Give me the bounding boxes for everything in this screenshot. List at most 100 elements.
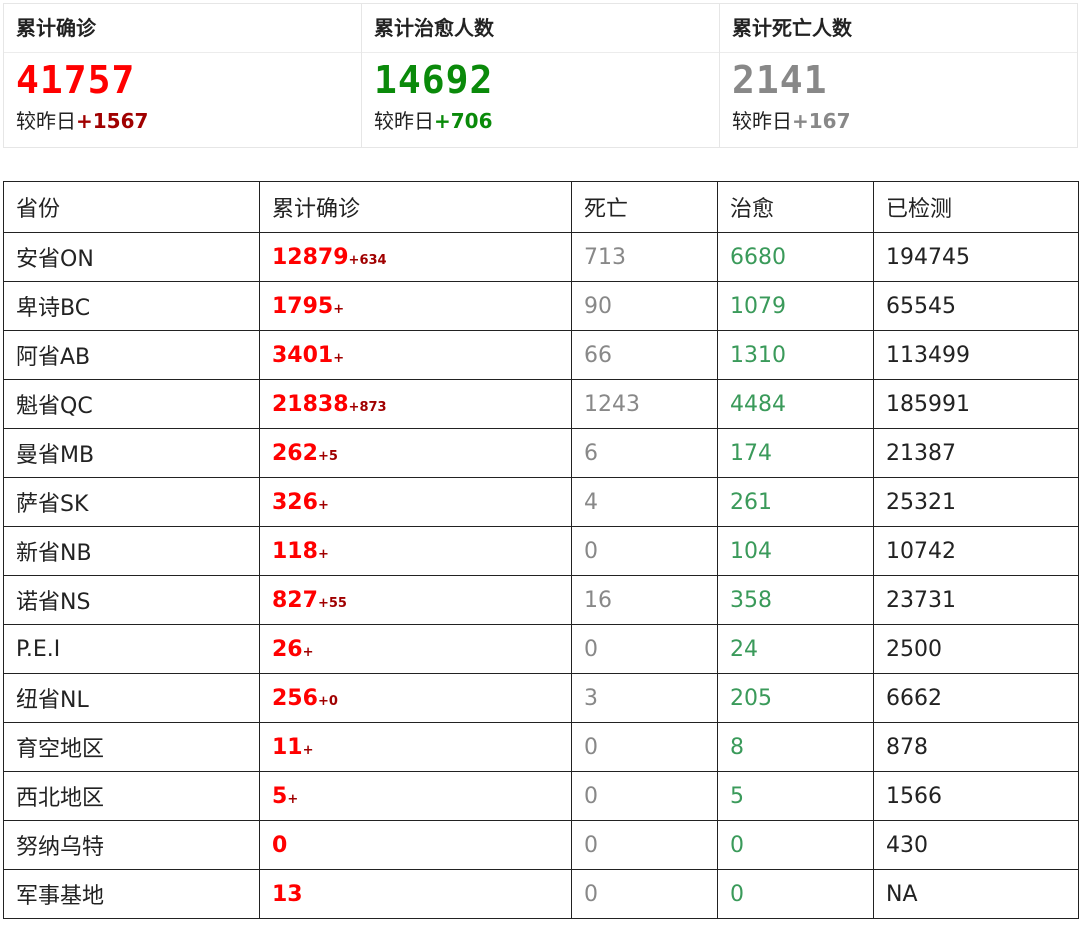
summary-card-confirmed: 累计确诊 41757 较昨日+1567 [4,4,362,147]
cell-recovered: 5 [717,771,874,821]
delta-value: +1567 [76,109,149,133]
header-recovered: 治愈 [717,181,874,233]
increase-value: + [287,791,299,807]
cell-recovered: 205 [717,673,874,723]
header-deaths: 死亡 [571,181,718,233]
cell-confirmed: 0 [259,820,572,870]
cell-confirmed: 256+0 [259,673,572,723]
table-row: 军事基地 13 0 0 NA [3,869,1079,919]
table-row: 卑诗BC 1795+ 90 1079 65545 [3,281,1079,331]
confirmed-value: 118 [272,538,318,564]
summary-panel: 累计确诊 41757 较昨日+1567 累计治愈人数 14692 较昨日+706… [3,3,1078,148]
cell-recovered: 358 [717,575,874,625]
cell-tested: 65545 [873,281,1079,331]
cell-deaths: 3 [571,673,718,723]
increase-value: +5 [317,448,338,464]
cell-recovered: 24 [717,624,874,674]
delta-value: +706 [434,109,493,133]
cell-tested: 25321 [873,477,1079,527]
cell-confirmed: 11+ [259,722,572,772]
confirmed-value: 256 [272,685,318,711]
cell-deaths: 0 [571,624,718,674]
table-row: P.E.I 26+ 0 24 2500 [3,624,1079,674]
cell-deaths: 0 [571,526,718,576]
confirmed-value: 3401 [272,342,334,368]
increase-value: + [317,546,329,562]
table-row: 阿省AB 3401+ 66 1310 113499 [3,330,1079,380]
cell-confirmed: 118+ [259,526,572,576]
cell-deaths: 0 [571,771,718,821]
cell-tested: 194745 [873,232,1079,282]
delta-label: 较昨日 [374,109,434,133]
cell-province: 新省NB [3,526,260,576]
header-tested: 已检测 [873,181,1079,233]
card-value: 41757 [16,58,136,102]
cell-deaths: 66 [571,330,718,380]
cell-deaths: 1243 [571,379,718,429]
cell-province: 育空地区 [3,722,260,772]
cell-province: 西北地区 [3,771,260,821]
confirmed-value: 0 [272,832,288,858]
cell-confirmed: 5+ [259,771,572,821]
increase-value: + [317,497,329,513]
table-row: 曼省MB 262+5 6 174 21387 [3,428,1079,478]
summary-card-deaths: 累计死亡人数 2141 较昨日+167 [720,4,1077,147]
cell-tested: 6662 [873,673,1079,723]
cell-recovered: 0 [717,820,874,870]
delta-value: +167 [792,109,851,133]
province-table: 省份 累计确诊 死亡 治愈 已检测 安省ON 12879+634 713 66 8… [3,181,1079,919]
confirmed-value: 827 [272,587,318,613]
table-row: 萨省SK 326+ 4 261 25321 [3,477,1079,527]
cell-province: 阿省AB [3,330,260,380]
cell-confirmed: 26+ [259,624,572,674]
cell-recovered: 8 [717,722,874,772]
cell-deaths: 713 [571,232,718,282]
card-value: 14692 [374,58,494,102]
cell-province: P.E.I [3,624,260,674]
table-row: 纽省NL 256+0 3 205 6662 [3,673,1079,723]
cell-recovered: 1310 [717,330,874,380]
cell-tested: 1566 [873,771,1079,821]
cell-province: 萨省SK [3,477,260,527]
card-delta-row: 较昨日+1567 [4,109,361,133]
cell-recovered: 0 [717,869,874,919]
summary-card-recovered: 累计治愈人数 14692 较昨日+706 [362,4,720,147]
cell-confirmed: 13 [259,869,572,919]
cell-province: 安省ON [3,232,260,282]
increase-value: + [302,644,314,660]
card-title: 累计死亡人数 [720,4,1077,53]
table-row: 育空地区 11+ 0 8 878 [3,722,1079,772]
cell-tested: 10742 [873,526,1079,576]
cell-tested: NA [873,869,1079,919]
cell-deaths: 16 [571,575,718,625]
table-header-row: 省份 累计确诊 死亡 治愈 已检测 [3,181,1079,233]
confirmed-value: 11 [272,734,303,760]
cell-confirmed: 326+ [259,477,572,527]
cell-recovered: 1079 [717,281,874,331]
confirmed-value: 1795 [272,293,334,319]
cell-tested: 430 [873,820,1079,870]
cell-confirmed: 21838+873 [259,379,572,429]
header-province: 省份 [3,181,260,233]
cell-province: 诺省NS [3,575,260,625]
cell-deaths: 90 [571,281,718,331]
increase-value: + [333,301,345,317]
table-row: 诺省NS 827+55 16 358 23731 [3,575,1079,625]
confirmed-value: 12879 [272,244,349,270]
cell-province: 纽省NL [3,673,260,723]
cell-tested: 2500 [873,624,1079,674]
card-value: 2141 [732,58,828,102]
confirmed-value: 13 [272,881,303,907]
cell-recovered: 4484 [717,379,874,429]
card-delta-row: 较昨日+167 [720,109,1077,133]
confirmed-value: 5 [272,783,288,809]
cell-recovered: 261 [717,477,874,527]
cell-confirmed: 12879+634 [259,232,572,282]
table-row: 努纳乌特 0 0 0 430 [3,820,1079,870]
confirmed-value: 326 [272,489,318,515]
increase-value: +0 [317,693,338,709]
cell-deaths: 0 [571,820,718,870]
confirmed-value: 262 [272,440,318,466]
cell-deaths: 6 [571,428,718,478]
cell-tested: 878 [873,722,1079,772]
